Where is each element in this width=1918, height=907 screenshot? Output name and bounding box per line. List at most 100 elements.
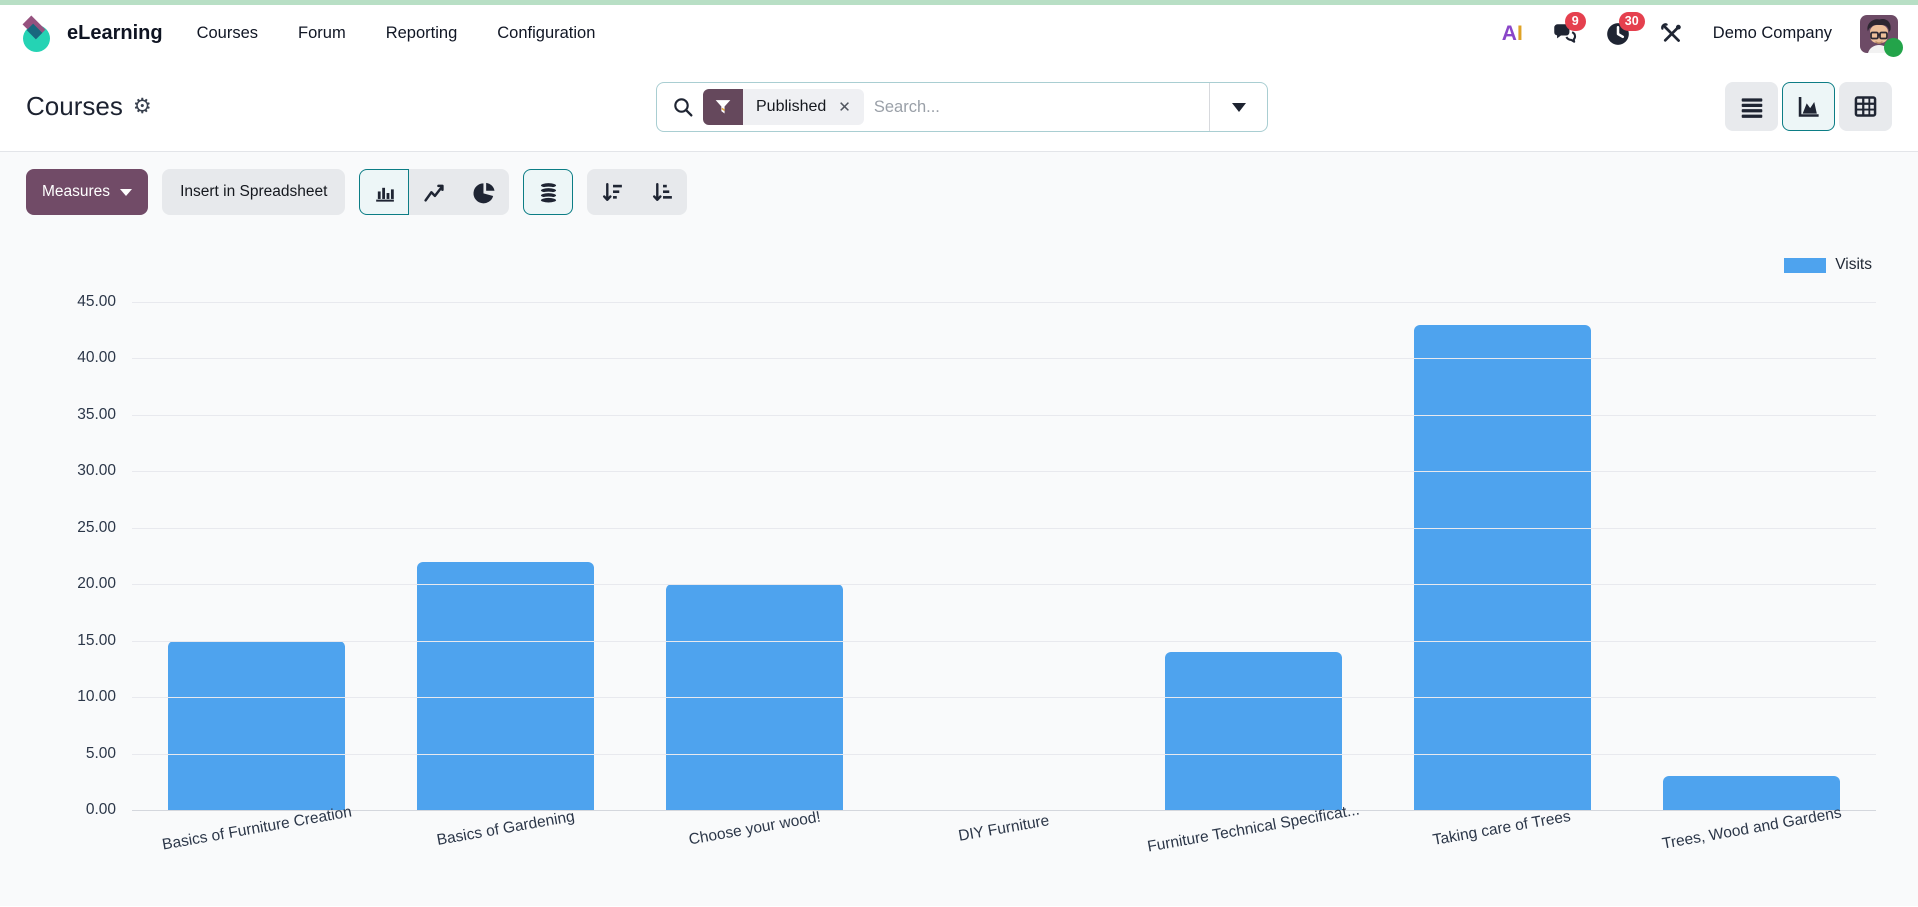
bar-slot xyxy=(879,302,1128,810)
nav-item-configuration[interactable]: Configuration xyxy=(497,24,595,43)
y-axis-tick: 25.00 xyxy=(77,518,116,536)
measures-button[interactable]: Measures xyxy=(26,169,149,215)
gridline xyxy=(132,584,1876,586)
list-view-button[interactable] xyxy=(1725,82,1778,131)
search-bar[interactable]: Published ✕ xyxy=(656,82,1268,132)
y-axis-tick: 5.00 xyxy=(85,744,116,762)
search-icon xyxy=(671,95,695,119)
y-axis-tick: 45.00 xyxy=(77,293,116,310)
main-navbar: eLearning Courses Forum Reporting Config… xyxy=(0,5,1918,62)
nav-item-courses[interactable]: Courses xyxy=(197,24,258,43)
pie-chart-icon xyxy=(473,182,495,203)
activities-badge: 30 xyxy=(1618,11,1645,32)
bar[interactable] xyxy=(168,640,345,810)
bar-chart-button[interactable] xyxy=(359,169,410,215)
search-input[interactable] xyxy=(863,83,1209,131)
facet-label: Published xyxy=(756,98,827,115)
stacked-toggle-button[interactable] xyxy=(523,169,574,215)
main-content: Measures Insert in Spreadsheet Visits 45… xyxy=(0,152,1918,906)
filter-funnel-icon xyxy=(703,89,743,125)
sort-asc-button[interactable] xyxy=(637,169,688,215)
y-axis-tick: 30.00 xyxy=(77,462,116,480)
bar[interactable] xyxy=(1662,776,1840,810)
legend-swatch xyxy=(1784,257,1827,273)
tools-icon[interactable] xyxy=(1659,21,1685,47)
gridline xyxy=(132,640,1876,642)
company-switcher[interactable]: Demo Company xyxy=(1713,24,1832,43)
x-axis-label: Basics of Gardening xyxy=(435,808,576,849)
search-dropdown-toggle[interactable] xyxy=(1209,83,1267,131)
insert-in-spreadsheet-button[interactable]: Insert in Spreadsheet xyxy=(162,169,346,215)
messages-icon[interactable]: 9 xyxy=(1551,11,1586,47)
bar-slot xyxy=(1129,302,1378,810)
bar[interactable] xyxy=(417,561,595,810)
user-avatar[interactable] xyxy=(1860,14,1903,57)
activities-icon[interactable]: 30 xyxy=(1605,11,1645,47)
bar-slot xyxy=(1378,302,1627,810)
x-label-slot: Basics of Gardening xyxy=(381,808,630,849)
sort-group xyxy=(587,169,688,215)
gridline xyxy=(132,527,1876,529)
x-label-slot: DIY Furniture xyxy=(879,812,1128,845)
ai-icon[interactable]: AI xyxy=(1502,22,1523,46)
x-label-slot: Choose your wood! xyxy=(630,809,879,849)
gridline xyxy=(132,697,1876,699)
online-status-dot xyxy=(1884,37,1903,57)
x-axis-label: Taking care of Trees xyxy=(1431,808,1573,849)
chart-type-group xyxy=(359,169,510,215)
pie-chart-button[interactable] xyxy=(459,169,510,215)
nav-menus: Courses Forum Reporting Configuration xyxy=(197,24,596,43)
x-axis-label: Choose your wood! xyxy=(687,808,822,849)
caret-down-icon xyxy=(1231,102,1246,112)
y-axis-tick: 10.00 xyxy=(77,688,116,706)
gridline xyxy=(132,810,1876,811)
bar[interactable] xyxy=(1413,324,1591,810)
search-facet-published[interactable]: Published ✕ xyxy=(703,89,864,125)
bars-container xyxy=(132,302,1876,810)
navbar-right: AI 9 30 Demo Company xyxy=(1502,11,1903,57)
graph-view-icon xyxy=(1798,96,1819,117)
caret-down-icon xyxy=(120,188,133,196)
sort-desc-icon xyxy=(602,182,622,201)
nav-item-forum[interactable]: Forum xyxy=(298,24,346,43)
x-label-slot: Basics of Furniture Creation xyxy=(132,803,381,853)
facet-close-icon[interactable]: ✕ xyxy=(838,98,851,116)
bar-slot xyxy=(132,302,381,810)
graph-view-button[interactable] xyxy=(1782,82,1835,131)
legend-label: Visits xyxy=(1835,256,1872,273)
pivot-view-icon xyxy=(1854,96,1877,117)
plot-area: 45.00 40.00 35.00 30.00 25.00 20.00 15.00 10.00… xyxy=(77,293,1876,818)
gear-icon[interactable]: ⚙ xyxy=(133,96,152,117)
gridline xyxy=(132,302,1876,303)
gridline xyxy=(132,471,1876,473)
gridline xyxy=(132,358,1876,360)
app-name: eLearning xyxy=(67,22,163,44)
nav-item-reporting[interactable]: Reporting xyxy=(386,24,458,43)
graph-toolbar: Measures Insert in Spreadsheet xyxy=(0,152,1918,215)
y-axis-tick: 15.00 xyxy=(77,631,116,649)
x-label-slot: Furniture Technical Specificat... xyxy=(1129,801,1378,855)
line-chart-icon xyxy=(424,184,444,202)
measures-label: Measures xyxy=(42,183,111,200)
sort-asc-icon xyxy=(652,182,672,201)
gridline xyxy=(132,753,1876,755)
page-title: Courses xyxy=(26,91,123,121)
messages-badge: 9 xyxy=(1564,11,1586,32)
pivot-view-button[interactable] xyxy=(1839,82,1892,131)
list-view-icon xyxy=(1741,97,1762,118)
app-brand[interactable]: eLearning xyxy=(20,15,163,52)
elearning-logo-icon xyxy=(20,15,56,52)
x-axis-label: Trees, Wood and Gardens xyxy=(1660,804,1843,853)
line-chart-button[interactable] xyxy=(409,169,460,215)
wrench-screwdriver-icon xyxy=(1661,23,1682,42)
x-label-slot: Trees, Wood and Gardens xyxy=(1627,804,1876,852)
bar-chart-icon xyxy=(376,187,394,202)
chart-legend[interactable]: Visits xyxy=(1784,256,1872,274)
sort-desc-button[interactable] xyxy=(587,169,638,215)
x-axis-label: Basics of Furniture Creation xyxy=(160,803,353,854)
bar[interactable] xyxy=(1164,651,1342,810)
control-panel: Courses ⚙ Published ✕ xyxy=(0,62,1918,152)
x-label-slot: Taking care of Trees xyxy=(1378,808,1627,849)
y-axis-tick: 35.00 xyxy=(77,405,116,423)
bar-slot xyxy=(1627,302,1876,810)
